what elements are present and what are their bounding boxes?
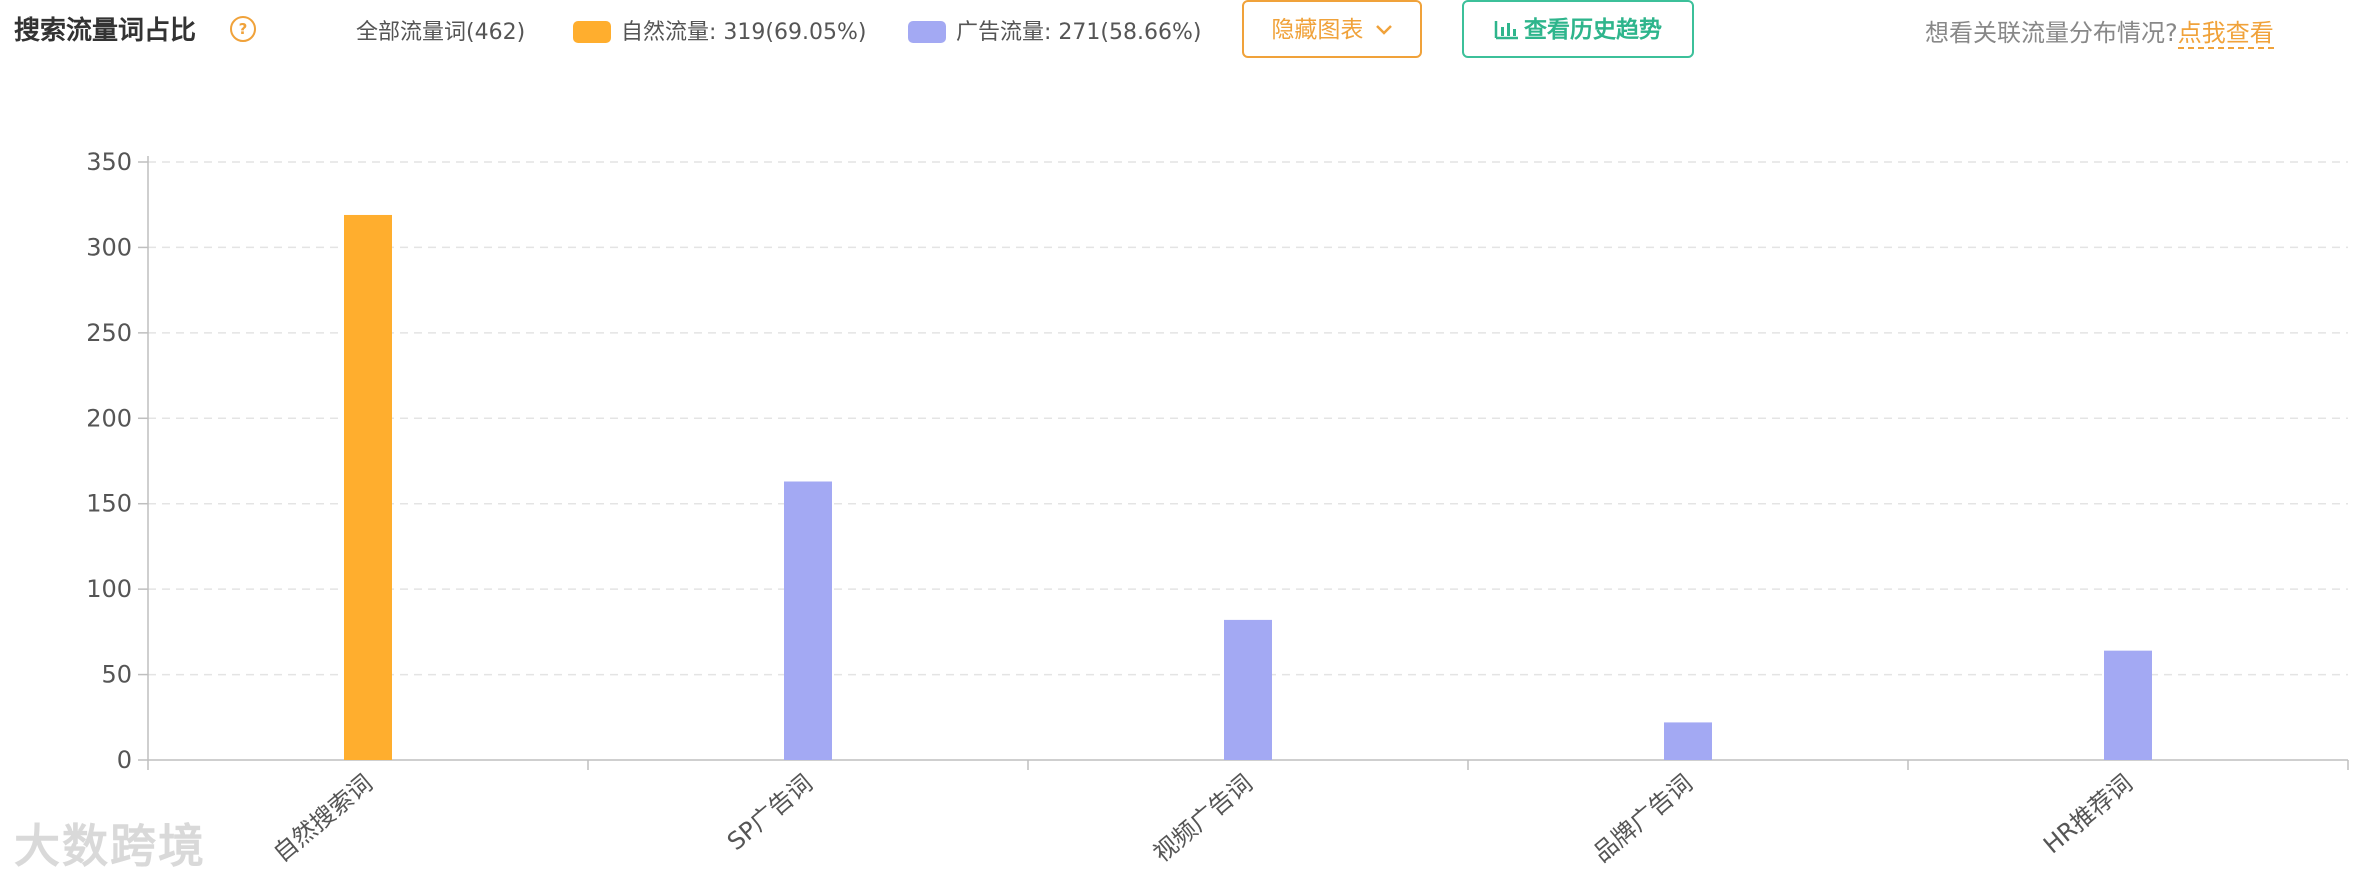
bar (344, 214, 392, 761)
y-tick-label: 300 (86, 233, 132, 261)
y-tick-label: 150 (86, 490, 132, 518)
x-tick-label: 品牌广告词 (1588, 769, 1698, 868)
y-tick-label: 200 (86, 404, 132, 432)
bar (1664, 722, 1712, 760)
y-tick-label: 50 (101, 661, 132, 689)
x-tick-label: SP广告词 (722, 769, 818, 856)
bar (1224, 619, 1272, 760)
y-tick-label: 250 (86, 319, 132, 347)
y-tick-label: 350 (86, 148, 132, 176)
y-tick-label: 0 (117, 746, 132, 774)
watermark-logo: 大数跨境 (14, 819, 206, 873)
x-tick-label: HR推荐词 (2038, 769, 2138, 859)
bar (784, 481, 832, 760)
bar (2104, 650, 2152, 760)
bar-chart: 0 50 100 150 200 250 300 350 自然搜索词 SP广告词 视频广告词 品牌广告… (86, 148, 2349, 868)
x-tick-label: 视频广告词 (1148, 769, 1258, 868)
y-tick-label: 100 (86, 575, 132, 603)
x-tick-label: 自然搜索词 (268, 769, 378, 868)
